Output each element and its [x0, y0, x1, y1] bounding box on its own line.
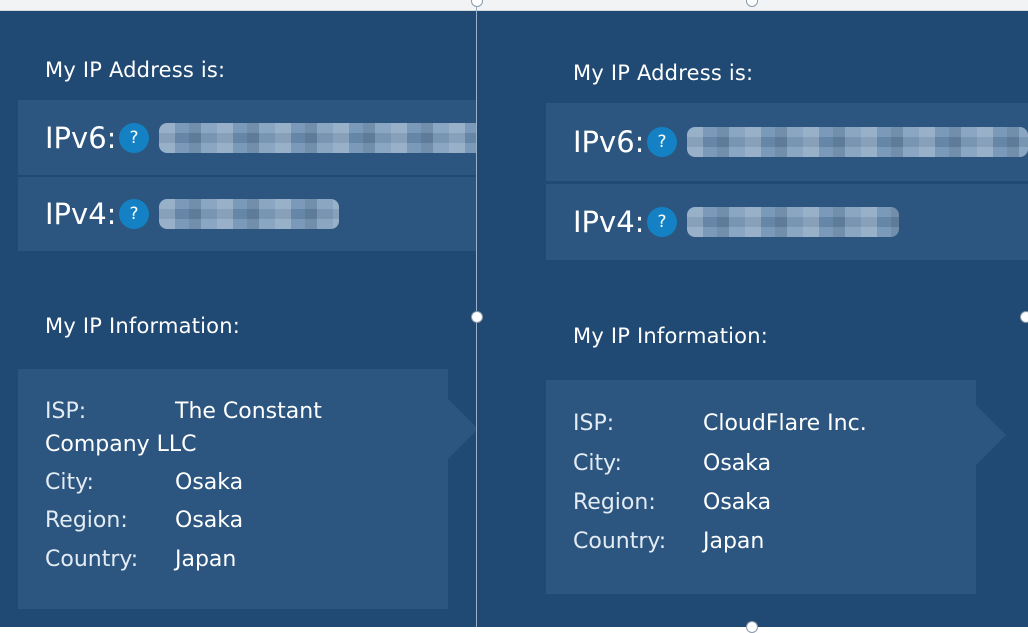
isp-value: The Constant: [175, 399, 322, 424]
country-value: Japan: [175, 547, 237, 572]
isp-key: ISP:: [45, 399, 87, 424]
country-key: Country:: [45, 547, 139, 572]
region-value: Osaka: [175, 508, 244, 533]
region-key: Region:: [573, 490, 656, 515]
isp-value: CloudFlare Inc.: [703, 411, 867, 436]
isp-value-continued: Company LLC: [45, 432, 197, 457]
isp-key: ISP:: [573, 411, 615, 436]
ipv6-row: IPv6: ?: [18, 100, 476, 175]
ipv4-row: IPv4: ?: [18, 177, 476, 251]
resize-handle-middle-left[interactable]: [471, 311, 483, 323]
ipv6-label: IPv6:: [45, 120, 117, 155]
ip-information-heading: My IP Information:: [45, 314, 240, 338]
resize-handle-bottom-middle[interactable]: [746, 621, 758, 633]
left-ip-panel: My IP Address is: IPv6: ? IPv4: ? My IP …: [0, 11, 476, 627]
city-value: Osaka: [703, 451, 772, 476]
ip-info-box: ISP: CloudFlare Inc. City: Osaka Region:…: [546, 380, 976, 594]
ipv6-address-redacted: [159, 122, 476, 153]
ipv6-row: IPv6: ?: [546, 103, 1028, 181]
ipv4-row: IPv4: ?: [546, 184, 1028, 260]
window-top-bar: [0, 0, 1028, 11]
help-icon[interactable]: ?: [119, 122, 149, 153]
help-icon[interactable]: ?: [647, 127, 677, 157]
ip-address-heading: My IP Address is:: [573, 61, 754, 85]
help-icon[interactable]: ?: [119, 199, 149, 229]
info-box-arrow: [448, 399, 476, 459]
country-value: Japan: [703, 529, 765, 554]
ipv4-address-redacted: [159, 199, 339, 229]
ipv6-address-redacted: [687, 127, 1028, 157]
region-key: Region:: [45, 508, 128, 533]
city-key: City:: [45, 470, 94, 495]
ipv4-address-redacted: [687, 207, 899, 237]
resize-handle-middle-right[interactable]: [1020, 311, 1028, 323]
ipv4-label: IPv4:: [573, 205, 645, 239]
info-box-arrow: [976, 405, 1006, 465]
country-key: Country:: [573, 529, 667, 554]
ip-information-heading: My IP Information:: [573, 324, 768, 348]
ipv6-label: IPv6:: [573, 125, 645, 159]
city-key: City:: [573, 451, 622, 476]
right-ip-panel: My IP Address is: IPv6: ? IPv4: ? My IP …: [477, 11, 1028, 627]
ipv4-label: IPv4:: [45, 197, 117, 231]
ip-address-heading: My IP Address is:: [45, 58, 226, 82]
help-icon[interactable]: ?: [647, 207, 677, 237]
city-value: Osaka: [175, 470, 244, 495]
region-value: Osaka: [703, 490, 772, 515]
ip-info-box: ISP: The Constant Company LLC City: Osak…: [18, 369, 448, 609]
